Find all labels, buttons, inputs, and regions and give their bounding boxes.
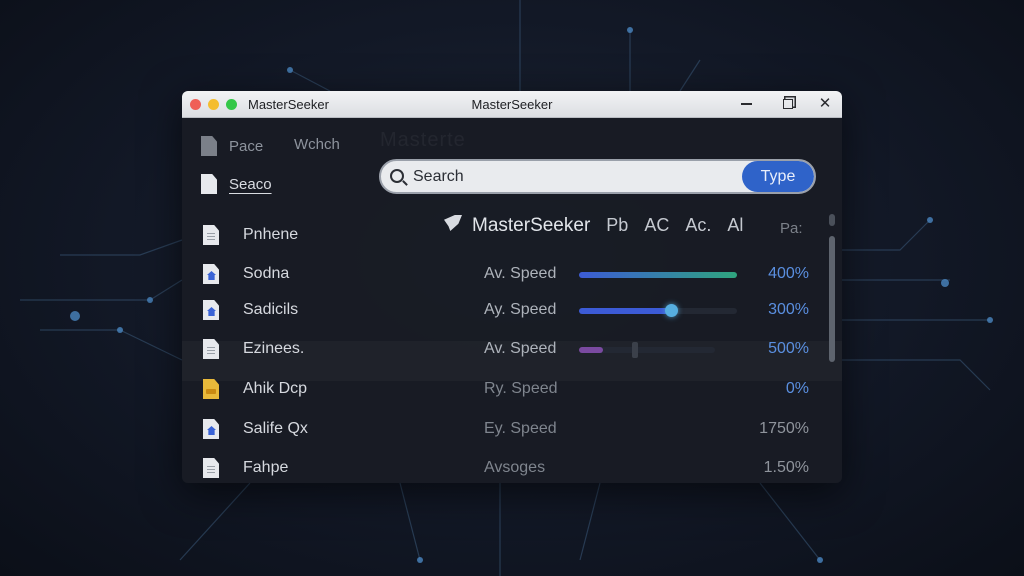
file-name: Fahpe — [243, 459, 289, 476]
tab-wchch[interactable]: Wchch — [294, 136, 340, 153]
image-document-icon — [203, 300, 219, 320]
app-window: MasterSeeker MasterSeeker ✕ Masterte Pac… — [182, 91, 842, 483]
speed-label: Av. Speed — [484, 265, 557, 282]
list-item[interactable]: Salife Qx — [203, 419, 308, 439]
column-header-extra[interactable]: Pa: — [780, 220, 803, 237]
document-icon — [201, 136, 217, 156]
speed-percent: 1750% — [759, 420, 809, 437]
image-document-icon — [203, 264, 219, 284]
file-name: Salife Qx — [243, 420, 308, 437]
search-icon — [390, 169, 404, 183]
close-icon: ✕ — [818, 95, 832, 112]
speed-label: Ey. Speed — [484, 420, 557, 437]
speed-percent: 300% — [768, 301, 809, 318]
list-item[interactable]: Ahik Dcp — [203, 379, 307, 399]
search-bar[interactable]: Type — [379, 159, 816, 194]
speed-percent: 1.50% — [763, 459, 809, 476]
column-header[interactable]: Pb — [606, 215, 628, 236]
file-name: Ahik Dcp — [243, 380, 308, 397]
minimize-button[interactable] — [735, 94, 757, 114]
file-name: Pnhene — [243, 226, 299, 243]
list-item[interactable]: Ezinees. — [203, 339, 304, 359]
list-item[interactable]: Sadicils — [203, 300, 298, 320]
sidebar-selected-item[interactable]: Seaco — [201, 174, 272, 194]
file-name: Sodna — [243, 265, 290, 282]
speed-percent: 400% — [768, 265, 809, 282]
minimize-icon — [740, 103, 752, 105]
scrollbar[interactable] — [829, 214, 835, 364]
list-item[interactable]: Sodna — [203, 264, 289, 284]
slider-knob[interactable] — [664, 304, 678, 317]
type-button[interactable]: Type — [742, 161, 814, 192]
tab-label: Wchch — [294, 136, 340, 153]
search-input[interactable] — [413, 165, 733, 189]
list-item[interactable]: Pnhene — [203, 225, 298, 245]
tab-label: Pace — [229, 137, 264, 155]
results-brand: MasterSeeker — [472, 215, 591, 236]
slider-handle[interactable] — [632, 342, 638, 358]
masterseeker-logo-icon — [444, 215, 462, 231]
sidebar-item-label: Seaco — [229, 175, 272, 193]
image-glyph — [207, 426, 216, 435]
watermark-text: Masterte — [380, 129, 466, 151]
document-icon — [201, 174, 217, 194]
file-name: Ezinees. — [243, 340, 305, 357]
speed-slider-fill — [579, 347, 604, 353]
speed-percent: 500% — [768, 340, 809, 357]
speed-label: Avsoges — [484, 459, 546, 476]
speed-label: Ry. Speed — [484, 380, 558, 397]
scroll-up-cap[interactable] — [829, 214, 835, 226]
document-icon — [203, 225, 219, 245]
scroll-thumb[interactable] — [829, 236, 835, 362]
maximize-button[interactable] — [777, 94, 799, 114]
speed-label: Ay. Speed — [484, 301, 557, 318]
archive-band — [206, 389, 216, 394]
speed-slider-fill — [579, 308, 671, 314]
text-lines — [207, 350, 215, 351]
results-header: MasterSeeker Pb AC Ac. Al — [444, 215, 743, 237]
close-button[interactable]: ✕ — [814, 94, 836, 114]
document-icon — [203, 458, 219, 478]
maximize-icon — [783, 99, 793, 110]
title-bar[interactable]: MasterSeeker MasterSeeker ✕ — [182, 91, 842, 118]
speed-percent: 0% — [785, 380, 809, 397]
column-header[interactable]: AC — [644, 215, 669, 236]
list-item[interactable]: Fahpe — [203, 458, 288, 478]
text-lines — [207, 469, 215, 470]
column-header[interactable]: Al — [727, 215, 743, 236]
tab-pace[interactable]: Pace — [201, 136, 263, 156]
image-glyph — [207, 271, 216, 280]
image-document-icon — [203, 419, 219, 439]
file-name: Sadicils — [243, 301, 299, 318]
column-header[interactable]: Ac. — [685, 215, 711, 236]
archive-document-icon — [203, 379, 219, 399]
text-lines — [207, 236, 215, 237]
image-glyph — [207, 307, 216, 316]
speed-label: Av. Speed — [484, 340, 557, 357]
document-icon — [203, 339, 219, 359]
